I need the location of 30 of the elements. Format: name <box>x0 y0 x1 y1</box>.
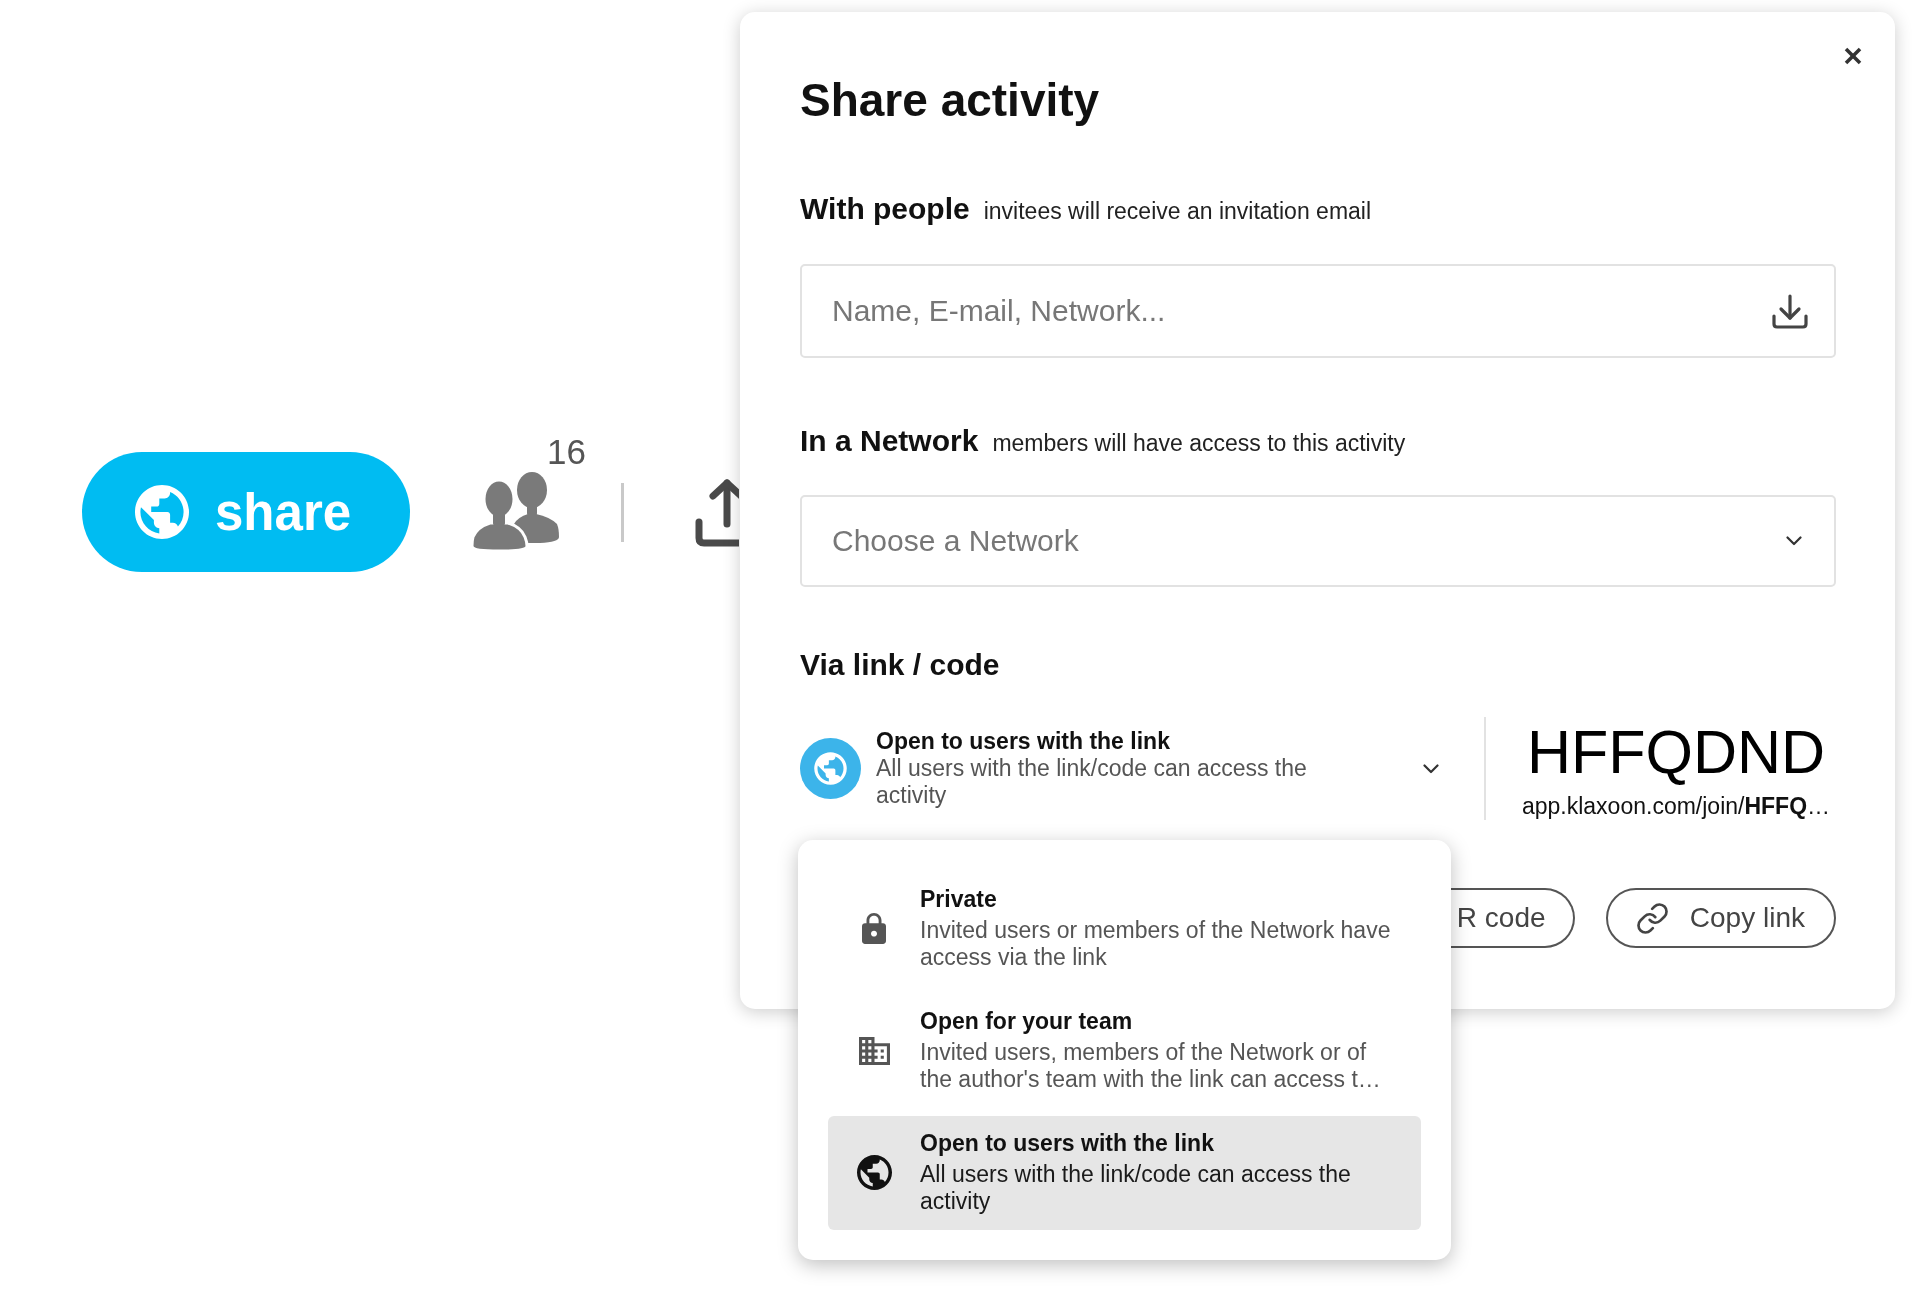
chevron-down-icon[interactable] <box>1423 763 1439 774</box>
copy-link-button[interactable]: Copy link <box>1605 888 1836 948</box>
participant-count: 16 <box>547 431 587 472</box>
upload-icon[interactable] <box>695 477 740 547</box>
section-hint: invitees will receive an invitation email <box>983 197 1372 226</box>
globe-icon <box>800 738 861 799</box>
lock-icon <box>862 913 886 944</box>
access-option[interactable]: Open for your team Invited users, members of the Network or of the author's team with the link can access t… <box>828 994 1421 1108</box>
globe-icon <box>856 1155 892 1190</box>
qr-code-button[interactable]: R code <box>1450 888 1575 948</box>
invite-input[interactable]: Name, E-mail, Network... <box>800 264 1836 358</box>
access-level-title: Open to users with the link <box>876 728 1171 755</box>
link-icon <box>1636 902 1668 934</box>
activity-code: HFFQDND <box>1526 717 1826 787</box>
join-url: app.klaxoon.com/join/HFFQ… <box>1521 793 1831 820</box>
access-level-description: All users with the link/code can access the activity <box>876 755 1308 809</box>
access-option[interactable]: Open to users with the link All users with the link/code can access the activity <box>828 1116 1421 1230</box>
download-icon[interactable] <box>1772 294 1808 329</box>
building-icon <box>858 1036 890 1065</box>
people-icon[interactable] <box>470 471 561 553</box>
network-select[interactable]: Choose a Network <box>800 495 1836 587</box>
section-heading: Via link / code <box>800 647 1000 683</box>
globe-icon <box>135 485 189 539</box>
dialog-title: Share activity <box>800 73 1101 128</box>
access-option[interactable]: Private Invited users or members of the Network have access via the link <box>828 872 1421 986</box>
close-icon[interactable] <box>1844 47 1862 65</box>
section-heading: In a Network <box>800 423 979 459</box>
section-heading: With people <box>800 191 970 227</box>
section-hint: members will have access to this activity <box>992 429 1406 458</box>
chevron-down-icon <box>1786 536 1802 546</box>
